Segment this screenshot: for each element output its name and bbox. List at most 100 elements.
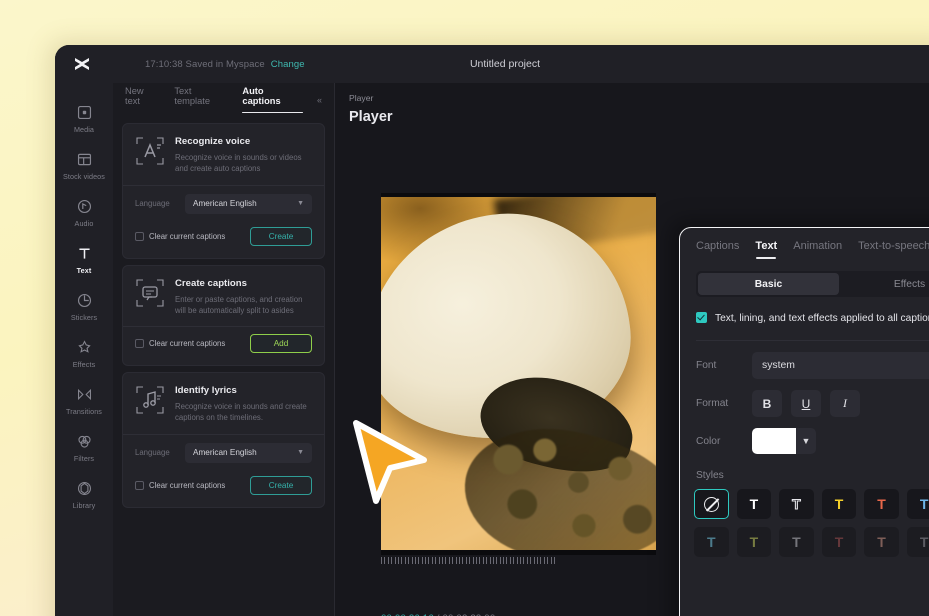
text-inspector-panel: Captions Text Animation Text-to-speech B… — [679, 227, 929, 616]
capcut-logo-icon[interactable] — [71, 56, 93, 72]
color-picker[interactable]: ▼ — [752, 428, 816, 455]
collapse-panel-icon[interactable]: « — [317, 95, 322, 105]
ruler-tick — [543, 557, 545, 564]
style-tile[interactable]: T — [779, 489, 814, 520]
card-title: Identify lyrics — [175, 385, 237, 397]
chevron-down-icon: ▼ — [297, 200, 304, 208]
sidebar-item-text[interactable]: Text — [57, 238, 111, 280]
sidebar-item-effects[interactable]: Effects — [57, 332, 111, 374]
italic-button[interactable]: I — [830, 390, 860, 418]
ruler-tick — [448, 557, 450, 564]
ruler-tick — [408, 557, 410, 564]
ruler-tick — [479, 557, 481, 564]
bold-button[interactable]: B — [752, 390, 782, 418]
apply-to-all-row: Text, lining, and text effects applied t… — [680, 297, 929, 326]
clear-captions-checkbox[interactable]: Clear current captions — [135, 231, 226, 241]
tab-auto-captions[interactable]: Auto captions — [242, 86, 303, 114]
tab-new-text[interactable]: New text — [125, 86, 160, 114]
style-tile[interactable]: T — [736, 527, 772, 558]
tab-text-template[interactable]: Text template — [174, 86, 228, 114]
style-none-tile[interactable] — [694, 489, 729, 520]
sidebar-item-library[interactable]: Library — [57, 473, 111, 515]
ruler-tick — [526, 557, 528, 564]
ruler-tick — [418, 557, 420, 564]
segment-effects[interactable]: Effects — [839, 273, 929, 295]
ruler-tick — [401, 557, 403, 564]
tab-captions[interactable]: Captions — [696, 240, 739, 259]
font-label: Font — [696, 360, 717, 372]
sidebar-label: Audio — [74, 219, 94, 228]
ruler-tick — [384, 557, 386, 564]
create-button[interactable]: Create — [250, 226, 312, 246]
filters-icon — [76, 433, 93, 450]
add-button[interactable]: Add — [250, 334, 312, 354]
checkbox-box — [135, 339, 144, 349]
apply-to-all-checkbox[interactable] — [696, 312, 707, 323]
card-recognize-voice: Recognize voice Recognize voice in sound… — [122, 123, 325, 259]
ruler-tick — [462, 557, 464, 564]
save-status: 17:10:38 Saved in Myspace Change — [145, 59, 305, 70]
player-tab-label[interactable]: Player — [335, 83, 929, 103]
underline-button[interactable]: U — [791, 390, 821, 418]
sidebar-label: Media — [73, 125, 95, 134]
segment-basic[interactable]: Basic — [698, 273, 839, 295]
chevron-down-icon: ▼ — [801, 436, 811, 447]
sidebar-item-filters[interactable]: Filters — [57, 426, 111, 468]
create-button[interactable]: Create — [250, 475, 312, 495]
sidebar-item-stickers[interactable]: Stickers — [57, 285, 111, 327]
video-preview-stage[interactable] — [381, 193, 656, 555]
ruler-tick — [387, 557, 389, 564]
checkbox-label: Clear current captions — [149, 339, 226, 349]
color-row: Color ▼ — [680, 417, 929, 455]
card-description: Recognize voice in sounds or videos and … — [175, 153, 302, 174]
style-tile[interactable]: T — [906, 489, 929, 520]
sidebar-label: Stickers — [70, 313, 98, 322]
font-select[interactable]: system ▼ — [752, 352, 929, 380]
timeline-ruler[interactable] — [381, 557, 656, 569]
clear-captions-checkbox[interactable]: Clear current captions — [135, 480, 225, 490]
change-link[interactable]: Change — [271, 59, 305, 70]
style-tile[interactable]: T — [736, 489, 772, 520]
style-tile[interactable]: T — [864, 527, 899, 558]
tab-text[interactable]: Text — [755, 240, 777, 259]
ruler-tick — [421, 557, 423, 564]
sidebar-item-transitions[interactable]: Transitions — [57, 379, 111, 421]
styles-label: Styles — [696, 470, 724, 482]
tab-animation[interactable]: Animation — [793, 240, 842, 259]
style-tile[interactable]: T — [821, 489, 857, 520]
sidebar-rail: Media Stock videos Audio Text Stickers E… — [55, 83, 113, 616]
sidebar-item-media[interactable]: Media — [57, 97, 111, 139]
ruler-tick — [475, 557, 477, 564]
tab-text-to-speech[interactable]: Text-to-speech — [858, 240, 929, 259]
ruler-tick — [540, 557, 542, 564]
style-tile[interactable]: T — [864, 489, 899, 520]
sidebar-item-stock-videos[interactable]: Stock videos — [57, 144, 111, 186]
clear-captions-checkbox[interactable]: Clear current captions — [135, 339, 226, 349]
style-tile[interactable]: T — [821, 527, 857, 558]
checkbox-box — [135, 231, 144, 241]
language-select[interactable]: American English ▼ — [185, 193, 312, 214]
ruler-tick — [411, 557, 413, 564]
style-tile[interactable]: T — [906, 527, 929, 558]
ruler-tick — [394, 557, 396, 564]
ruler-tick — [486, 557, 488, 564]
ruler-tick — [381, 557, 382, 564]
font-row: Font system ▼ — [680, 341, 929, 380]
audio-icon — [76, 198, 93, 215]
format-row: Format B U I — [680, 379, 929, 418]
ruler-tick — [496, 557, 498, 564]
style-tile[interactable]: T — [779, 527, 814, 558]
checkbox-label: Clear current captions — [149, 231, 226, 241]
sidebar-label: Stock videos — [63, 172, 105, 181]
ruler-tick — [472, 557, 474, 564]
card-actions: Clear current captions Add — [123, 327, 324, 365]
format-label: Format — [696, 398, 729, 410]
ruler-tick — [489, 557, 491, 564]
ruler-tick — [530, 557, 532, 564]
style-tile[interactable]: T — [694, 527, 729, 558]
language-row: Language American English ▼ — [123, 186, 324, 220]
card-description: Recognize voice in sounds and create cap… — [175, 402, 307, 423]
card-text: Create captions Enter or paste captions,… — [175, 278, 312, 317]
sidebar-item-audio[interactable]: Audio — [57, 191, 111, 233]
language-select[interactable]: American English ▼ — [185, 442, 312, 463]
